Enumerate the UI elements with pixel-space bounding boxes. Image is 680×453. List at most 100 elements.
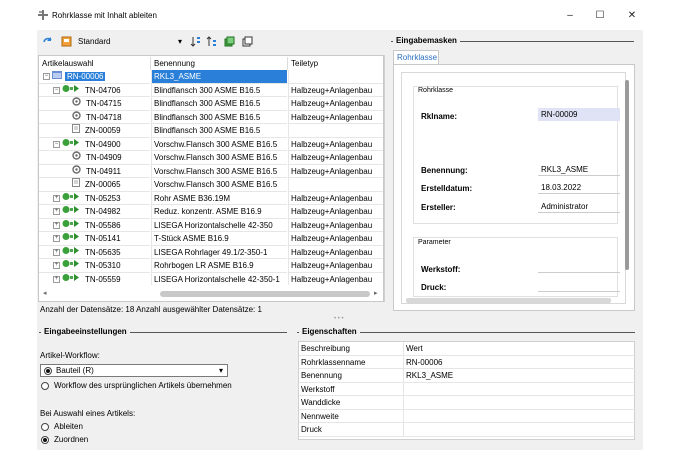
profile-select[interactable]: Standard ▾ xyxy=(76,35,184,49)
column-header-wert[interactable]: Wert xyxy=(403,342,633,356)
table-row[interactable]: + TN-04982 Reduz. konzentr. ASME B16.9 Halb… xyxy=(39,205,383,219)
table-row[interactable]: Werkstoff xyxy=(299,382,636,396)
radio-workflow-original-label: Workflow des ursprünglichen Artikels übe… xyxy=(54,381,232,390)
table-row[interactable]: TN-04909 Vorschw.Flansch 300 ASME B16.5 Ha… xyxy=(39,151,383,165)
auswahl-label: Bei Auswahl eines Artikels: xyxy=(40,409,136,418)
table-row[interactable]: Nennweite xyxy=(299,409,636,423)
table-row[interactable]: Wanddicke xyxy=(299,396,636,410)
cell-teiletyp: Halbzeug+Anlagenbau xyxy=(288,272,383,286)
property-value[interactable] xyxy=(403,409,633,423)
cell-benennung: T-Stück ASME B16.9 xyxy=(151,232,287,246)
werkstoff-field[interactable] xyxy=(538,272,620,273)
column-header-beschreibung[interactable]: Beschreibung xyxy=(301,342,401,356)
minimize-button[interactable]: – xyxy=(558,6,582,24)
maximize-button[interactable]: ☐ xyxy=(588,6,612,24)
druck-label: Druck: xyxy=(421,283,447,292)
scroll-left-icon[interactable]: ◂ xyxy=(43,289,47,297)
cell-artikel: ZN-00065 xyxy=(39,178,150,192)
collapse-icon[interactable]: − xyxy=(43,73,50,81)
table-row[interactable]: + TN-05635 LISEGA Rohrlager 49.1/2-350-1 Ha… xyxy=(39,245,383,259)
radio-bauteil[interactable] xyxy=(44,367,52,375)
collapse-all-icon[interactable] xyxy=(242,36,253,47)
table-row[interactable]: + TN-05253 Rohr ASME B36.19M Halbzeug+Anlag… xyxy=(39,191,383,205)
properties-table[interactable]: Beschreibung Wert Rohrklassenname RN-00006 B… xyxy=(298,341,636,440)
table-row[interactable]: − TN-04900 Vorschw.Flansch 300 ASME B16.5 H… xyxy=(39,137,383,151)
workflow-select[interactable]: Bauteil (R) ▾ xyxy=(40,364,228,377)
workflow-select-value: Bauteil (R) xyxy=(56,366,94,375)
radio-zuordnen[interactable] xyxy=(41,436,49,444)
article-id: TN-04718 xyxy=(86,112,122,122)
table-row[interactable]: + TN-05559 LISEGA Horizontalschelle 42-350… xyxy=(39,272,383,286)
expand-icon[interactable]: + xyxy=(53,248,60,256)
property-value[interactable] xyxy=(403,382,633,396)
expand-icon[interactable]: + xyxy=(53,262,60,270)
grid-scrollbar-thumb[interactable] xyxy=(160,291,370,297)
table-row[interactable]: − TN-04706 Blindflansch 300 ASME B16.5 Halb… xyxy=(39,83,383,97)
assembly-icon xyxy=(62,84,80,96)
app-icon xyxy=(38,10,48,20)
table-row[interactable]: + TN-05141 T-Stück ASME B16.9 Halbzeug+Anla… xyxy=(39,232,383,246)
tab-rohrklasse[interactable]: Rohrklasse xyxy=(393,50,439,65)
druck-field[interactable] xyxy=(538,291,620,292)
assembly-icon xyxy=(62,273,80,285)
table-row[interactable]: + TN-05586 LISEGA Horizontalschelle 42-350… xyxy=(39,218,383,232)
expand-icon[interactable]: + xyxy=(53,208,60,216)
splitter-grip-icon[interactable]: • • • xyxy=(334,316,344,322)
property-value[interactable] xyxy=(403,423,633,437)
properties-header: Beschreibung Wert xyxy=(299,342,636,356)
property-value[interactable]: RN-00006 xyxy=(403,355,633,369)
table-row[interactable]: TN-04715 Blindflansch 300 ASME B16.5 Halbz… xyxy=(39,97,383,111)
cell-artikel: − RN-00006 xyxy=(39,70,150,84)
column-header-benennung[interactable]: Benennung xyxy=(152,57,288,70)
settings-group-title: Eingabeeinstellungen xyxy=(41,327,130,336)
cell-artikel: TN-04909 xyxy=(39,151,150,165)
expand-icon[interactable]: + xyxy=(53,235,60,243)
refresh-icon[interactable] xyxy=(42,36,53,47)
table-row[interactable]: TN-04911 Vorschw.Flansch 300 ASME B16.5 Ha… xyxy=(39,164,383,178)
column-header-artikelauswahl[interactable]: Artikelauswahl xyxy=(40,57,151,70)
sort-icon[interactable] xyxy=(190,36,201,47)
radio-workflow-original[interactable] xyxy=(41,382,49,390)
table-row[interactable]: TN-04718 Blindflansch 300 ASME B16.5 Halbz… xyxy=(39,110,383,124)
column-header-teiletyp[interactable]: Teiletyp xyxy=(289,57,383,70)
collapse-icon[interactable]: − xyxy=(53,140,60,148)
table-row[interactable]: Rohrklassenname RN-00006 xyxy=(299,355,636,369)
property-name: Nennweite xyxy=(301,411,339,421)
werkstoff-label: Werkstoff: xyxy=(421,265,461,274)
ersteller-field[interactable]: Administrator xyxy=(538,200,620,213)
table-row[interactable]: ZN-00059 Blindflansch 300 ASME B16.5 xyxy=(39,124,383,138)
table-row[interactable]: Druck xyxy=(299,423,636,437)
erstelldatum-field[interactable]: 18.03.2022 xyxy=(538,181,620,194)
table-row[interactable]: ZN-00065 Vorschw.Flansch 300 ASME B16.5 xyxy=(39,178,383,192)
article-id: TN-05559 xyxy=(85,274,121,284)
expand-icon[interactable]: + xyxy=(53,194,60,202)
part-icon xyxy=(72,151,81,163)
scroll-right-icon[interactable]: ▸ xyxy=(374,289,378,297)
sort-reverse-icon[interactable] xyxy=(206,36,217,47)
cell-benennung: Rohrbogen LR ASME B16.9 xyxy=(151,259,287,273)
expand-icon[interactable]: + xyxy=(53,275,60,283)
collapse-icon[interactable]: − xyxy=(53,86,60,94)
mask-scrollbar-thumb[interactable] xyxy=(625,80,629,270)
article-id: ZN-00059 xyxy=(85,126,121,135)
cell-teiletyp: Halbzeug+Anlagenbau xyxy=(288,205,383,219)
property-value[interactable] xyxy=(403,396,633,410)
article-id: TN-04706 xyxy=(85,85,121,95)
property-value[interactable]: RKL3_ASME xyxy=(403,369,633,383)
table-row[interactable]: − RN-00006 RKL3_ASME xyxy=(39,70,383,84)
rklname-field[interactable]: RN-00009 xyxy=(538,108,620,121)
rklname-label: Rklname: xyxy=(421,112,458,121)
radio-ableiten[interactable] xyxy=(41,423,49,431)
benennung-field[interactable]: RKL3_ASME xyxy=(538,163,620,176)
close-button[interactable]: ✕ xyxy=(620,6,644,24)
expand-all-icon[interactable] xyxy=(224,36,235,47)
property-name: Druck xyxy=(301,425,322,434)
table-row[interactable]: Benennung RKL3_ASME xyxy=(299,369,636,383)
property-name: Wanddicke xyxy=(301,398,341,407)
article-id: TN-05635 xyxy=(85,247,121,257)
table-row[interactable]: + TN-05310 Rohrbogen LR ASME B16.9 Halbzeug… xyxy=(39,259,383,273)
mask-hscrollbar-thumb[interactable] xyxy=(406,298,611,303)
splitter-vertical[interactable] xyxy=(384,55,385,302)
expand-icon[interactable]: + xyxy=(53,221,60,229)
article-id: TN-04900 xyxy=(85,139,121,149)
